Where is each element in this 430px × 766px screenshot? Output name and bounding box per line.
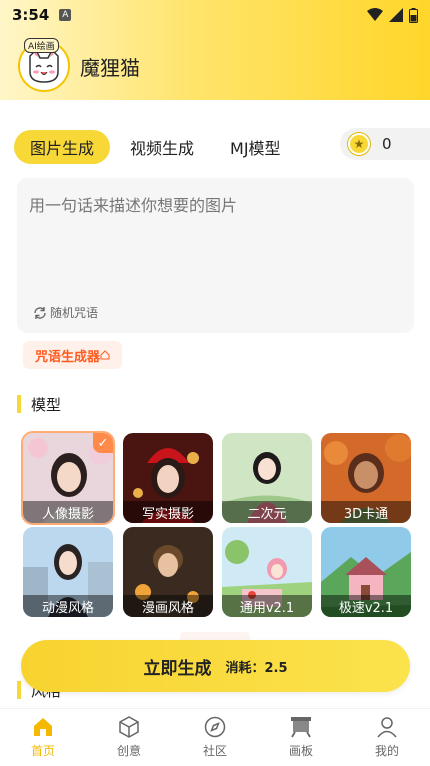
- compass-icon: [204, 716, 226, 738]
- model-label: 3D卡通: [321, 501, 411, 523]
- model-card-comic-style[interactable]: 漫画风格: [123, 527, 213, 617]
- home-icon: [34, 718, 52, 736]
- nav-item-community[interactable]: 社区: [172, 709, 258, 766]
- nav-item-creative[interactable]: 创意: [86, 709, 172, 766]
- section-accent-bar: [17, 395, 21, 413]
- model-label: 通用v2.1: [222, 595, 312, 617]
- prompt-placeholder: 用一句话来描述你想要的图片: [29, 196, 238, 215]
- generate-cost: 消耗：2.5: [225, 660, 288, 676]
- notification-icon: A: [59, 9, 72, 21]
- app-logo: AI绘画: [18, 38, 70, 92]
- wifi-icon: [367, 8, 383, 21]
- random-spell-label: 随机咒语: [50, 306, 99, 320]
- easel-icon: [291, 717, 311, 738]
- models-section-title: 模型: [17, 394, 61, 414]
- tab-image-generation[interactable]: 图片生成: [14, 130, 111, 164]
- nav-label-home: 首页: [30, 744, 55, 758]
- generation-tabs: 图片生成 视频生成 MJ模型 ★ 0: [14, 128, 430, 166]
- logo-badge: AI绘画: [24, 38, 59, 53]
- home-small-icon: [100, 350, 110, 360]
- bottom-navigation: 首页 创意 社区 画板 我的: [0, 708, 430, 766]
- refresh-icon: [34, 306, 46, 319]
- tab-video-generation[interactable]: 视频生成: [114, 130, 210, 164]
- user-icon: [377, 717, 397, 738]
- nav-label-profile: 我的: [374, 744, 399, 758]
- status-time: 3:54: [12, 6, 50, 24]
- generate-label: 立即生成: [143, 658, 212, 679]
- tab-mj-model[interactable]: MJ模型: [214, 130, 297, 164]
- model-card-general-v21[interactable]: 通用v2.1: [222, 527, 312, 617]
- model-label: 写实摄影: [123, 501, 213, 523]
- nav-label-creative: 创意: [116, 744, 141, 758]
- status-bar: 3:54 A: [0, 0, 430, 30]
- status-icons: [367, 7, 418, 23]
- model-label: 人像摄影: [23, 501, 113, 523]
- model-label: 动漫风格: [23, 595, 113, 617]
- nav-label-community: 社区: [202, 744, 227, 758]
- model-label: 漫画风格: [123, 595, 213, 617]
- cube-icon: [119, 716, 139, 738]
- app-header: AI绘画 魔狸猫: [18, 38, 140, 92]
- random-spell-button[interactable]: 随机咒语: [33, 304, 98, 321]
- nav-item-profile[interactable]: 我的: [344, 709, 430, 766]
- spell-generator-label: 咒语生成器: [35, 349, 101, 365]
- model-card-anime-style[interactable]: 动漫风格: [23, 527, 113, 617]
- model-label: 极速v2.1: [321, 595, 411, 617]
- model-card-portrait[interactable]: ✓ 人像摄影: [23, 433, 113, 523]
- nav-item-home[interactable]: 首页: [0, 709, 86, 766]
- nav-label-canvas: 画板: [288, 744, 313, 758]
- cat-logo-icon: [29, 48, 59, 83]
- spell-generator-button[interactable]: 咒语生成器: [23, 341, 123, 369]
- models-title-text: 模型: [31, 395, 62, 414]
- coin-icon: ★: [348, 133, 370, 155]
- model-label: 二次元: [222, 501, 312, 523]
- coin-balance[interactable]: ★ 0: [340, 128, 430, 160]
- generate-now-button[interactable]: 立即生成 消耗：2.5: [21, 640, 410, 692]
- section-accent-bar: [17, 681, 21, 699]
- selected-check-icon: ✓: [93, 433, 113, 453]
- coin-count: 0: [382, 135, 392, 153]
- prompt-input-area[interactable]: 用一句话来描述你想要的图片 随机咒语: [17, 178, 414, 333]
- battery-icon: [409, 7, 418, 23]
- nav-item-canvas[interactable]: 画板: [258, 709, 344, 766]
- model-card-fast-v21[interactable]: 极速v2.1: [321, 527, 411, 617]
- model-card-realistic[interactable]: 写实摄影: [123, 433, 213, 523]
- signal-icon: [389, 8, 403, 22]
- app-name: 魔狸猫: [80, 55, 140, 80]
- model-card-3d-cartoon[interactable]: 3D卡通: [321, 433, 411, 523]
- model-card-anime[interactable]: 二次元: [222, 433, 312, 523]
